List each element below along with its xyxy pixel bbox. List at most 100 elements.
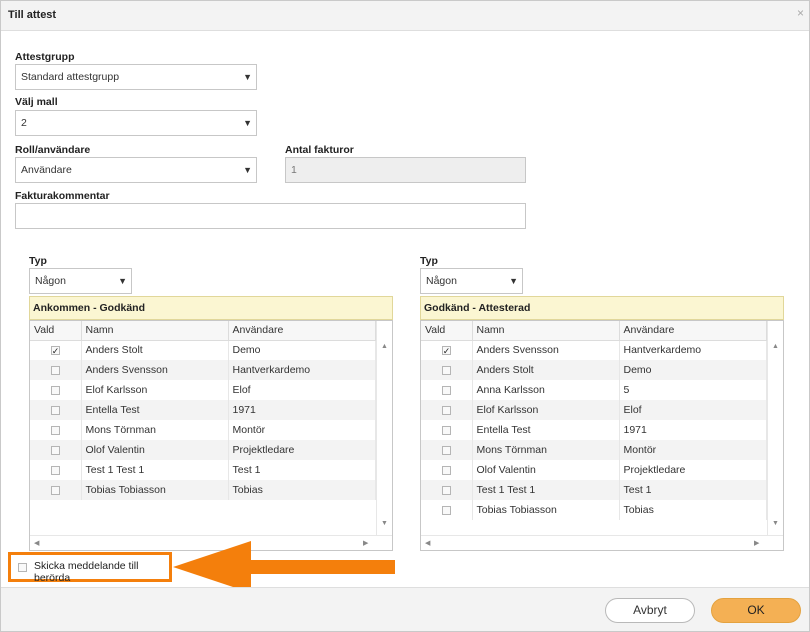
row-namn: Test 1 Test 1 (472, 480, 620, 500)
col-namn[interactable]: Namn (472, 321, 620, 341)
table-row[interactable]: Tobias Tobiasson Tobias (30, 480, 376, 500)
row-anvandare: Montör (619, 440, 767, 460)
dialog-title: Till attest (8, 9, 57, 21)
table-row[interactable]: Mons Törnman Montör (421, 440, 767, 460)
antal-field: 1 (285, 157, 526, 183)
notify-checkbox-highlight: Skicka meddelande till berörda (8, 552, 172, 584)
row-anvandare: Tobias (228, 480, 376, 500)
left-typ-select[interactable]: Någon ▼ (29, 268, 132, 294)
scroll-right-icon[interactable]: ▶ (754, 539, 759, 547)
right-horizontal-scrollbar[interactable]: ◀ ▶ (421, 535, 783, 550)
mall-select[interactable]: 2 ▼ (15, 110, 257, 136)
right-typ-value: Någon (426, 275, 457, 287)
notify-label[interactable]: Skicka meddelande till berörda (34, 560, 169, 584)
table-row[interactable]: ✓ Anders Stolt Demo (30, 340, 376, 360)
row-checkbox[interactable] (50, 485, 60, 495)
scroll-up-icon[interactable]: ▲ (772, 343, 779, 350)
scroll-down-icon[interactable]: ▼ (772, 520, 779, 527)
table-row[interactable]: Elof Karlsson Elof (30, 380, 376, 400)
table-row[interactable]: Entella Test 1971 (421, 420, 767, 440)
right-table: Vald Namn Användare ✓ Anders Svensson Hant… (421, 321, 767, 520)
col-vald[interactable]: Vald (30, 321, 82, 341)
row-checkbox[interactable] (50, 445, 60, 455)
row-anvandare: Demo (228, 340, 376, 360)
table-row[interactable]: Olof Valentin Projektledare (30, 440, 376, 460)
close-icon[interactable]: × (797, 6, 804, 20)
right-header-row: Vald Namn Användare (421, 321, 767, 341)
mall-value: 2 (21, 117, 27, 129)
col-vald[interactable]: Vald (421, 321, 473, 341)
row-anvandare: Hantverkardemo (228, 360, 376, 380)
row-namn: Test 1 Test 1 (81, 460, 229, 480)
dialog-titlebar: Till attest × (1, 1, 809, 31)
roll-label: Roll/användare (15, 144, 91, 156)
row-checkbox[interactable] (441, 465, 451, 475)
row-checkbox[interactable] (441, 425, 451, 435)
row-checkbox[interactable] (50, 385, 60, 395)
row-anvandare: Elof (619, 400, 767, 420)
left-group-header: Ankommen - Godkänd (29, 296, 393, 320)
right-grid: Vald Namn Användare ✓ Anders Svensson Hant… (420, 320, 784, 551)
row-anvandare: Demo (619, 360, 767, 380)
table-row[interactable]: Anders Stolt Demo (421, 360, 767, 380)
row-checkbox[interactable] (441, 365, 451, 375)
row-anvandare: 1971 (228, 400, 376, 420)
row-checkbox[interactable]: ✓ (441, 345, 451, 355)
dropdown-arrow-icon: ▼ (243, 165, 252, 175)
col-namn[interactable]: Namn (81, 321, 229, 341)
row-checkbox[interactable] (441, 445, 451, 455)
table-row[interactable]: Anders Svensson Hantverkardemo (30, 360, 376, 380)
row-checkbox[interactable] (441, 485, 451, 495)
scroll-down-icon[interactable]: ▼ (381, 520, 388, 527)
table-row[interactable]: Olof Valentin Projektledare (421, 460, 767, 480)
row-anvandare: Test 1 (228, 460, 376, 480)
row-anvandare: Montör (228, 420, 376, 440)
scroll-left-icon[interactable]: ◀ (425, 539, 430, 547)
arrow-annotation-icon (173, 541, 395, 593)
row-anvandare: Elof (228, 380, 376, 400)
table-row[interactable]: Test 1 Test 1 Test 1 (30, 460, 376, 480)
row-namn: Mons Törnman (472, 440, 620, 460)
row-anvandare: Projektledare (619, 460, 767, 480)
table-row[interactable]: Mons Törnman Montör (30, 420, 376, 440)
table-row[interactable]: Anna Karlsson 5 (421, 380, 767, 400)
row-checkbox[interactable] (50, 425, 60, 435)
scroll-left-icon[interactable]: ◀ (34, 539, 39, 547)
left-vertical-scrollbar[interactable]: ▲ ▼ (376, 321, 392, 535)
table-row[interactable]: Tobias Tobiasson Tobias (421, 500, 767, 520)
left-table: Vald Namn Användare ✓ Anders Stolt Demo An… (30, 321, 376, 500)
row-checkbox[interactable] (441, 505, 451, 515)
cancel-button[interactable]: Avbryt (605, 598, 695, 623)
row-checkbox[interactable] (50, 465, 60, 475)
notify-checkbox[interactable] (18, 563, 27, 572)
ok-button[interactable]: OK (711, 598, 801, 623)
row-namn: Elof Karlsson (472, 400, 620, 420)
kommentar-label: Fakturakommentar (15, 190, 110, 202)
row-namn: Anders Stolt (81, 340, 229, 360)
row-checkbox[interactable] (441, 385, 451, 395)
right-group-header: Godkänd - Attesterad (420, 296, 784, 320)
col-anvandare[interactable]: Användare (228, 321, 376, 341)
col-anvandare[interactable]: Användare (619, 321, 767, 341)
scroll-up-icon[interactable]: ▲ (381, 343, 388, 350)
row-anvandare: Projektledare (228, 440, 376, 460)
right-vertical-scrollbar[interactable]: ▲ ▼ (767, 321, 783, 535)
row-anvandare: Hantverkardemo (619, 340, 767, 360)
kommentar-input[interactable] (15, 203, 526, 229)
table-row[interactable]: Elof Karlsson Elof (421, 400, 767, 420)
right-typ-select[interactable]: Någon ▼ (420, 268, 523, 294)
row-checkbox[interactable] (50, 365, 60, 375)
roll-select[interactable]: Användare ▼ (15, 157, 257, 183)
row-checkbox[interactable] (441, 405, 451, 415)
table-row[interactable]: Entella Test 1971 (30, 400, 376, 420)
table-row[interactable]: Test 1 Test 1 Test 1 (421, 480, 767, 500)
attestgrupp-label: Attestgrupp (15, 51, 75, 63)
row-namn: Olof Valentin (472, 460, 620, 480)
table-row[interactable]: ✓ Anders Svensson Hantverkardemo (421, 340, 767, 360)
row-namn: Mons Törnman (81, 420, 229, 440)
row-namn: Anna Karlsson (472, 380, 620, 400)
row-checkbox[interactable] (50, 405, 60, 415)
dropdown-arrow-icon: ▼ (509, 276, 518, 286)
row-checkbox[interactable]: ✓ (50, 345, 60, 355)
attestgrupp-select[interactable]: Standard attestgrupp ▼ (15, 64, 257, 90)
